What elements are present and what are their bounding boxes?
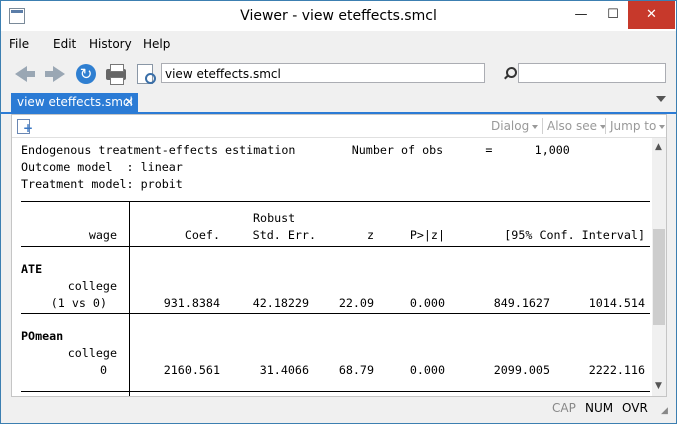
ate-z: 22.09 bbox=[338, 296, 374, 310]
pomean-ci-hi: 2222.116 bbox=[588, 363, 645, 377]
viewer-window: Viewer - view eteffects.smcl — ☐ ✕ File … bbox=[0, 0, 677, 424]
dialog-button[interactable]: Dialog bbox=[491, 119, 539, 133]
row-label-pomean: 0 bbox=[99, 363, 107, 377]
divider bbox=[542, 118, 543, 134]
table-top-rule bbox=[21, 201, 650, 202]
search-input[interactable] bbox=[518, 63, 666, 83]
resize-grip-icon[interactable]: ◢ bbox=[661, 406, 668, 416]
header-z: z bbox=[366, 228, 374, 242]
pomean-z: 68.79 bbox=[338, 363, 374, 377]
header-line-2: Outcome model : linear bbox=[21, 160, 183, 174]
status-num: NUM bbox=[585, 401, 614, 415]
chevron-down-icon bbox=[532, 124, 539, 129]
search-icon bbox=[503, 67, 517, 81]
close-button[interactable]: ✕ bbox=[628, 1, 675, 29]
header-coef: Coef. bbox=[184, 228, 220, 242]
section-rule bbox=[21, 313, 650, 314]
header-line-3: Treatment model: probit bbox=[21, 177, 183, 191]
panel-toolbar: Dialog Also see Jump to bbox=[12, 115, 666, 138]
header-ci: [95% Conf. Interval] bbox=[504, 228, 645, 242]
menu-history[interactable]: History bbox=[89, 37, 132, 51]
scroll-up-icon[interactable]: ▲ bbox=[655, 142, 662, 152]
menu-help[interactable]: Help bbox=[143, 37, 170, 51]
also-see-label: Also see bbox=[547, 119, 597, 133]
pomean-stderr: 31.4066 bbox=[259, 363, 309, 377]
pomean-ci-lo: 2099.005 bbox=[493, 363, 550, 377]
jump-to-label: Jump to bbox=[610, 119, 657, 133]
status-ovr: OVR bbox=[622, 401, 648, 415]
header-rule bbox=[21, 246, 650, 247]
viewer-panel: Dialog Also see Jump to Endogenous treat… bbox=[11, 114, 667, 397]
header-p: P>|z| bbox=[409, 228, 445, 242]
ate-coef: 931.8384 bbox=[163, 296, 220, 310]
print-icon[interactable] bbox=[104, 63, 128, 85]
table-column-divider bbox=[129, 201, 130, 396]
dialog-label: Dialog bbox=[491, 119, 530, 133]
tab-view-eteffects[interactable]: view eteffects.smcl ✕ bbox=[11, 93, 138, 112]
menu-edit[interactable]: Edit bbox=[53, 37, 76, 51]
menu-file[interactable]: File bbox=[9, 37, 29, 51]
new-viewer-icon[interactable] bbox=[17, 119, 33, 134]
command-input[interactable]: view eteffects.smcl bbox=[161, 63, 485, 83]
jump-to-button[interactable]: Jump to bbox=[610, 119, 666, 133]
tab-list-dropdown-icon[interactable] bbox=[656, 96, 666, 102]
section-sub-ate: college bbox=[67, 279, 117, 293]
pomean-p: 0.000 bbox=[409, 363, 445, 377]
vertical-scrollbar[interactable]: ▲ ▼ bbox=[652, 138, 666, 396]
section-title-ate: ATE bbox=[21, 262, 43, 276]
ate-ci-lo: 849.1627 bbox=[493, 296, 550, 310]
chevron-down-icon bbox=[659, 124, 666, 129]
ate-p: 0.000 bbox=[409, 296, 445, 310]
maximize-button[interactable]: ☐ bbox=[598, 1, 628, 29]
tab-close-icon[interactable]: ✕ bbox=[124, 93, 134, 111]
divider bbox=[605, 118, 606, 134]
scroll-thumb[interactable] bbox=[653, 229, 665, 325]
header-line-1: Endogenous treatment-effects estimation … bbox=[21, 143, 570, 157]
header-wage: wage bbox=[88, 228, 117, 242]
header-robust: Robust bbox=[253, 211, 296, 225]
ate-stderr: 42.18229 bbox=[252, 296, 309, 310]
section-sub-pomean: college bbox=[67, 346, 117, 360]
also-see-button[interactable]: Also see bbox=[547, 119, 606, 133]
scroll-down-icon[interactable]: ▼ bbox=[655, 381, 662, 391]
back-arrow-icon[interactable] bbox=[13, 63, 37, 85]
table-bottom-rule bbox=[21, 391, 650, 392]
status-cap: CAP bbox=[552, 401, 576, 415]
tab-label: view eteffects.smcl bbox=[17, 95, 133, 109]
minimize-button[interactable]: — bbox=[566, 1, 596, 29]
menu-bar: File Edit History Help bbox=[1, 33, 676, 55]
ate-ci-hi: 1014.514 bbox=[588, 296, 645, 310]
pomean-coef: 2160.561 bbox=[163, 363, 220, 377]
forward-arrow-icon[interactable] bbox=[43, 63, 67, 85]
smcl-output: Endogenous treatment-effects estimation … bbox=[12, 138, 650, 396]
header-stderr: Std. Err. bbox=[252, 228, 316, 242]
row-label-ate: (1 vs 0) bbox=[50, 296, 107, 310]
section-title-pomean: POmean bbox=[21, 329, 64, 343]
refresh-icon[interactable]: ↻ bbox=[74, 63, 98, 85]
tab-bar: view eteffects.smcl ✕ bbox=[1, 92, 676, 114]
status-bar: CAP NUM OVR bbox=[1, 399, 676, 421]
title-bar: Viewer - view eteffects.smcl — ☐ ✕ bbox=[1, 1, 676, 31]
find-in-file-icon[interactable] bbox=[134, 63, 158, 85]
